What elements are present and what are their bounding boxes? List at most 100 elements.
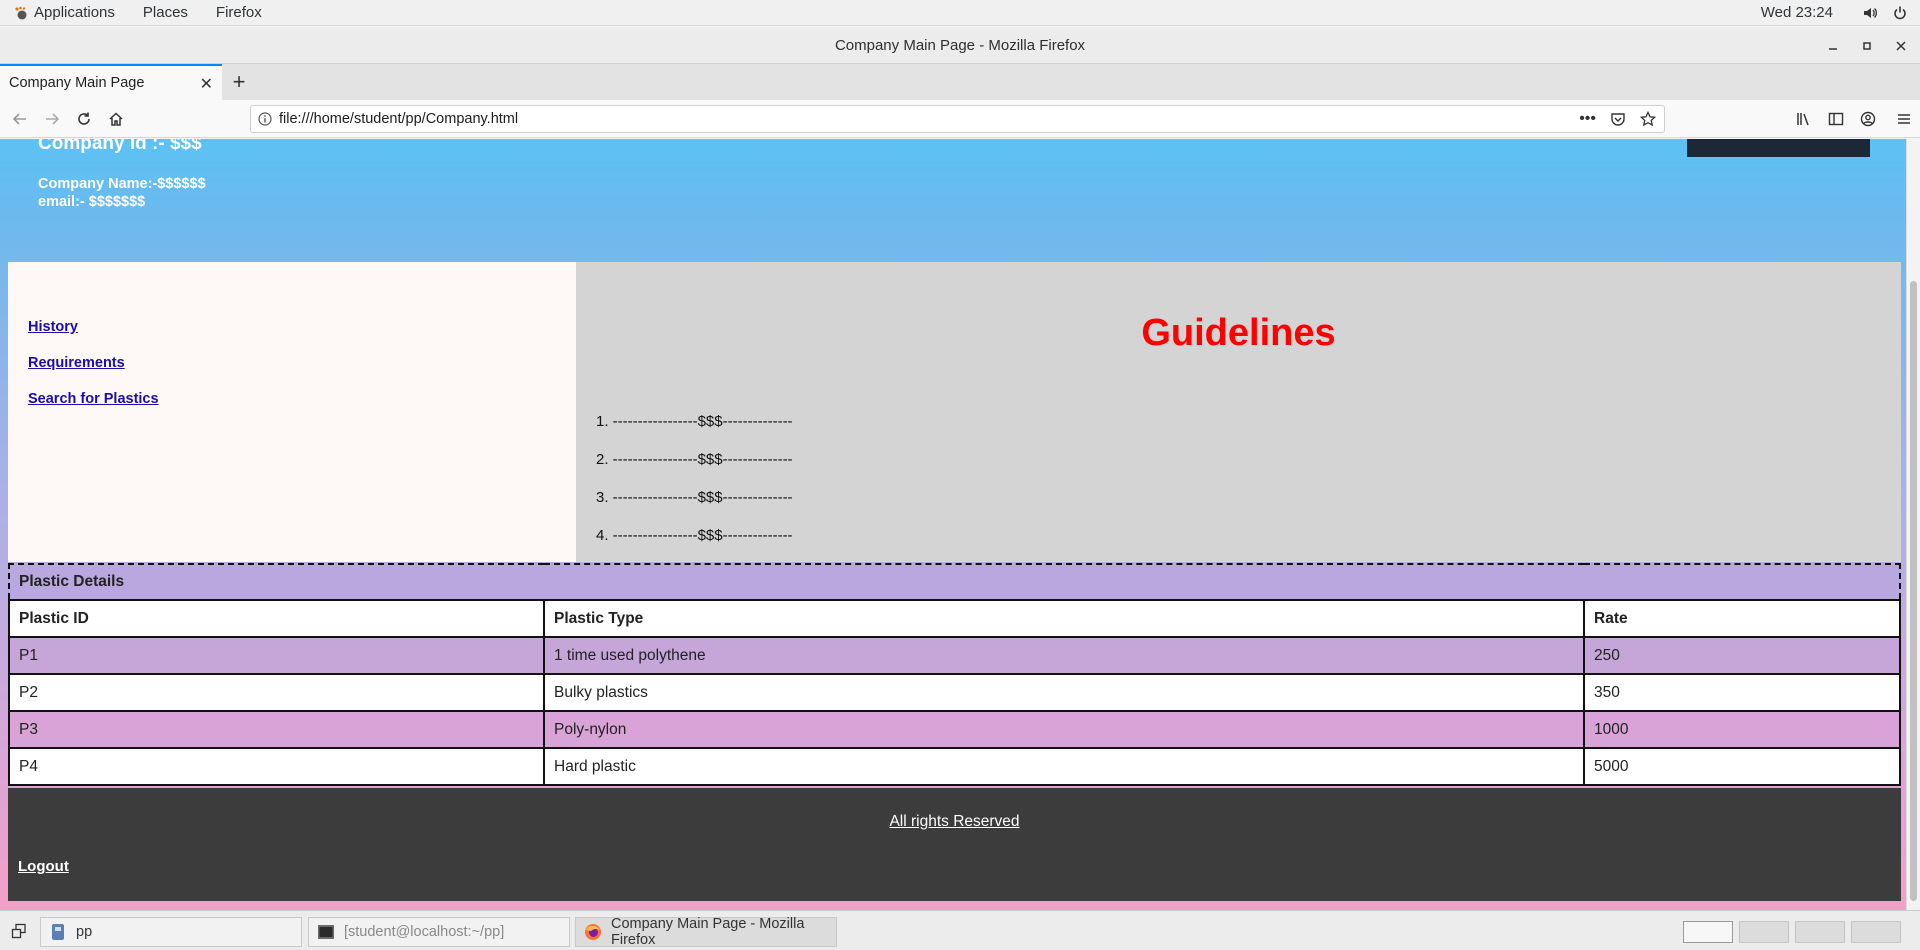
bookmark-star-icon[interactable] [1640,111,1656,127]
url-bar[interactable]: file:///home/student/pp/Company.html ••• [250,105,1665,133]
workspace-2[interactable] [1739,921,1789,943]
task-label: [student@localhost:~/pp] [344,924,505,940]
window-title-bar: Company Main Page - Mozilla Firefox [0,27,1920,64]
plastic-type-cell: Bulky plastics [543,673,1585,712]
account-icon [1860,111,1876,127]
task-terminal[interactable]: [student@localhost:~/pp] [308,917,570,947]
navigation-toolbar: file:///home/student/pp/Company.html ••• [0,100,1920,138]
home-button[interactable] [100,103,132,135]
table-row: P1 1 time used polythene 250 [8,636,1901,675]
applications-menu[interactable]: Applications [0,0,129,26]
column-header-plastic-type: Plastic Type [543,599,1585,638]
workspace-3[interactable] [1795,921,1845,943]
guideline-item: 2. -----------------$$$-------------- [596,451,793,468]
table-caption: Plastic Details [9,564,1900,601]
new-tab-button[interactable]: + [222,64,256,100]
back-arrow-icon [12,112,26,125]
guideline-item: 1. -----------------$$$-------------- [596,413,793,430]
places-menu[interactable]: Places [129,0,202,26]
close-icon [1896,40,1906,51]
plastic-id-cell: P1 [8,636,545,675]
forward-button[interactable] [36,103,68,135]
bottom-taskbar: pp [student@localhost:~/pp] Company Main… [0,910,1920,950]
rate-cell: 5000 [1583,747,1901,786]
forward-arrow-icon [46,112,60,125]
plastic-type-cell: Hard plastic [543,747,1585,786]
url-text[interactable]: file:///home/student/pp/Company.html [279,111,518,127]
rate-cell: 1000 [1583,710,1901,749]
close-window-button[interactable] [1884,27,1918,64]
site-info-icon[interactable] [251,112,279,126]
library-icon [1797,113,1809,126]
page-viewport: Company id :- $$$ Company Name:-$$$$$$ e… [0,139,1920,910]
sidebar-toggle-button[interactable] [1820,103,1852,135]
hamburger-menu-icon [1898,114,1910,124]
guideline-item: 4. -----------------$$$-------------- [596,527,793,544]
minimize-button[interactable] [1816,27,1850,64]
clock[interactable]: Wed 23:24 [1761,4,1833,21]
firefox-app-menu[interactable]: Firefox [202,0,276,26]
library-button[interactable] [1788,103,1820,135]
scrollbar-thumb[interactable] [1910,281,1917,901]
plastic-id-cell: P2 [8,673,545,712]
firefox-icon [584,923,602,941]
show-desktop-button[interactable] [6,918,32,944]
file-manager-icon [49,923,67,941]
guidelines-heading: Guidelines [1141,312,1336,354]
applications-label: Applications [34,4,115,21]
plastic-details-table: Plastic Details Plastic ID Plastic Type … [8,563,1901,786]
history-link[interactable]: History [28,319,78,335]
volume-icon[interactable] [1862,5,1878,21]
firefox-menu-label: Firefox [215,4,262,21]
sidebar-icon [1828,112,1844,126]
plastic-id-cell: P4 [8,747,545,786]
page-scrollbar[interactable] [1906,139,1920,910]
maximize-button[interactable] [1850,27,1884,64]
account-button[interactable] [1852,103,1884,135]
column-header-plastic-id: Plastic ID [8,599,545,638]
requirements-link[interactable]: Requirements [28,355,125,371]
task-file-manager-pp[interactable]: pp [40,917,302,947]
column-header-rate: Rate [1583,599,1901,638]
minimize-icon [1829,47,1837,50]
sidebar-nav: History Requirements Search for Plastics [8,262,576,562]
gnome-foot-icon [15,6,27,19]
workspace-1[interactable] [1683,921,1733,943]
rate-cell: 250 [1583,636,1901,675]
company-id-heading: Company id :- $$$ [38,139,202,154]
window-title: Company Main Page - Mozilla Firefox [834,36,1086,54]
guidelines-list: 1. -----------------$$$-------------- 2.… [596,414,793,566]
table-caption-row: Plastic Details [9,564,1900,601]
plastic-type-cell: Poly-nylon [543,710,1585,749]
all-rights-reserved-link[interactable]: All rights Reserved [8,813,1901,831]
company-header: Company id :- $$$ Company Name:-$$$$$$ e… [0,139,1906,262]
power-icon[interactable] [1892,5,1908,21]
table-row: P3 Poly-nylon 1000 [8,710,1901,749]
page-actions-icon[interactable]: ••• [1579,110,1596,128]
reload-button[interactable] [68,103,100,135]
table-row: P4 Hard plastic 5000 [8,747,1901,786]
header-dark-button[interactable] [1687,139,1870,157]
maximize-icon [1863,41,1871,50]
company-email-text: email:- $$$$$$$ [38,194,146,210]
rate-cell: 350 [1583,673,1901,712]
task-label: Company Main Page - Mozilla Firefox [611,916,805,948]
table-row: P2 Bulky plastics 350 [8,673,1901,712]
tab-close-icon[interactable]: ✕ [200,74,213,94]
search-for-plastics-link[interactable]: Search for Plastics [28,391,159,407]
task-firefox[interactable]: Company Main Page - Mozilla Firefox [575,916,837,948]
tab-company-main-page[interactable]: Company Main Page ✕ [0,64,222,100]
back-button[interactable] [4,103,36,135]
home-icon [109,111,123,126]
main-menu-button[interactable] [1888,103,1920,135]
workspace-4[interactable] [1851,921,1901,943]
terminal-icon [317,923,335,941]
page-footer: All rights Reserved Logout [8,788,1901,901]
logout-link[interactable]: Logout [18,858,69,875]
show-desktop-icon [11,923,26,938]
pocket-icon[interactable] [1610,111,1626,127]
table-header-row: Plastic ID Plastic Type Rate [8,599,1901,638]
task-label: pp [76,924,93,940]
reload-icon [78,112,90,125]
places-label: Places [142,4,188,21]
